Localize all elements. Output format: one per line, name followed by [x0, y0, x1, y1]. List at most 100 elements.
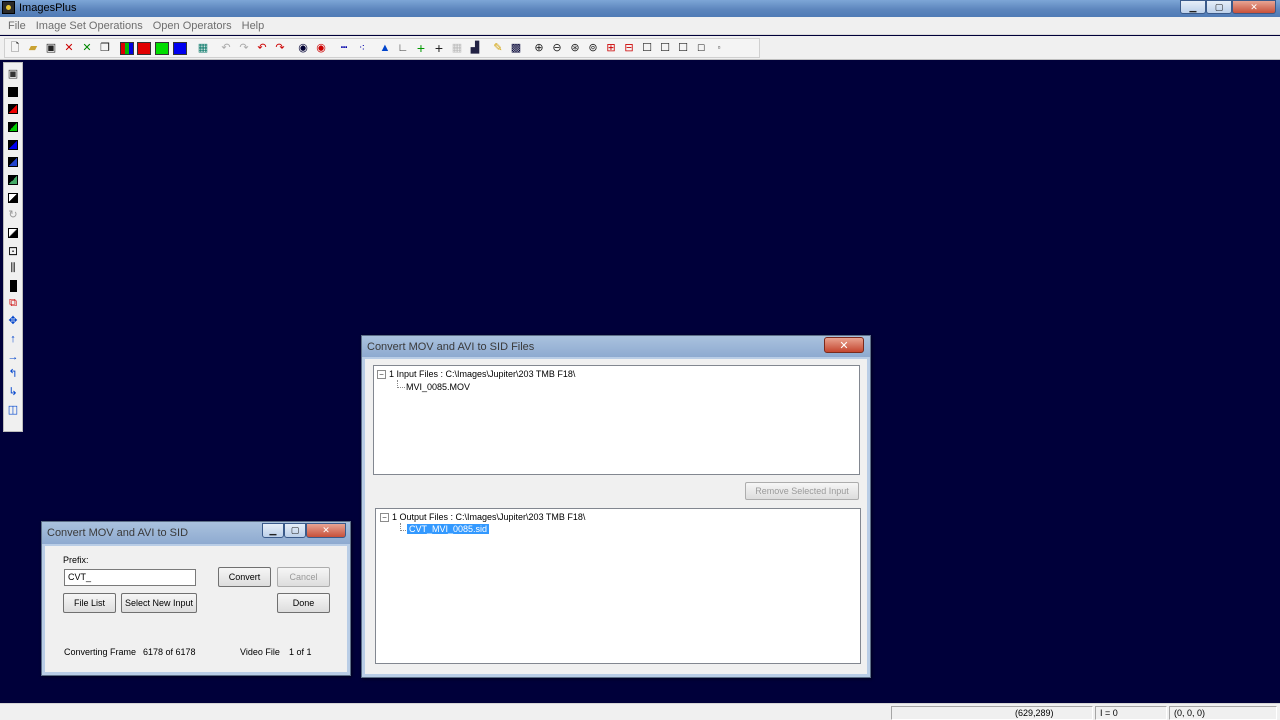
- table-icon[interactable]: ▩: [508, 40, 524, 56]
- close-all-icon[interactable]: ✕: [79, 40, 95, 56]
- redo-icon[interactable]: ↷: [272, 40, 288, 56]
- converting-frame-label: Converting Frame: [64, 647, 137, 657]
- dialog-maximize-button[interactable]: ▢: [284, 523, 306, 538]
- white-black-icon[interactable]: [6, 191, 20, 205]
- undo-icon[interactable]: ↶: [254, 40, 270, 56]
- files-dialog-close-button[interactable]: ✕: [824, 337, 864, 353]
- red-black-icon[interactable]: [6, 102, 20, 116]
- rotate-left-icon[interactable]: ↰: [6, 368, 20, 382]
- align-icon[interactable]: ⫼: [6, 262, 20, 276]
- remove-square-icon[interactable]: ⊟: [621, 40, 637, 56]
- collapse-icon[interactable]: −: [380, 512, 389, 522]
- status-rgb: (0, 0, 0): [1169, 706, 1277, 720]
- move-icon[interactable]: ✥: [6, 315, 20, 329]
- menu-image-set-operations[interactable]: Image Set Operations: [31, 20, 148, 32]
- axes-icon[interactable]: ∟: [395, 40, 411, 56]
- statusbar: (629,289) I = 0 (0, 0, 0): [0, 703, 1280, 720]
- close-image-icon[interactable]: ✕: [61, 40, 77, 56]
- crosshair-icon[interactable]: +: [431, 40, 447, 56]
- output-file-item[interactable]: CVT_MVI_0085.sid: [407, 524, 490, 534]
- copy-icon[interactable]: ❐: [97, 40, 113, 56]
- blue-dark-icon[interactable]: [6, 155, 20, 169]
- input-files-root-label: 1 Input Files : C:\Images\Jupiter\203 TM…: [389, 369, 576, 379]
- app-title: ImagesPlus: [19, 2, 77, 14]
- circle-select-icon[interactable]: ◉: [295, 40, 311, 56]
- open-folder-icon[interactable]: ▰: [25, 40, 41, 56]
- points-icon[interactable]: ⁖: [354, 40, 370, 56]
- save-icon[interactable]: ▣: [43, 40, 59, 56]
- grid-icon[interactable]: ▦: [195, 40, 211, 56]
- output-files-tree[interactable]: − 1 Output Files : C:\Images\Jupiter\203…: [375, 508, 861, 664]
- toolbar: 🗋 ▰ ▣ ✕ ✕ ❐ ▦ ↶ ↷ ↶ ↷ ◉ ◉ ┅ ⁖ ▲ ∟ + + ▦ …: [0, 36, 1280, 60]
- arrow-right-icon[interactable]: →: [6, 350, 20, 364]
- zoom-actual-icon[interactable]: ⊚: [585, 40, 601, 56]
- gray-dark-icon[interactable]: [6, 173, 20, 187]
- red-channel-button[interactable]: [136, 40, 152, 56]
- green-channel-button[interactable]: [154, 40, 170, 56]
- select-red-icon[interactable]: ⧉: [6, 297, 20, 311]
- output-file-label: CVT_MVI_0085.sid: [407, 524, 490, 534]
- output-files-root-label: 1 Output Files : C:\Images\Jupiter\203 T…: [392, 512, 586, 522]
- pencil-icon[interactable]: ✎: [490, 40, 506, 56]
- zoom-in-icon[interactable]: ⊕: [531, 40, 547, 56]
- close-button[interactable]: ✕: [1232, 0, 1276, 14]
- rotate-icon[interactable]: ↻: [6, 209, 20, 223]
- status-intensity: I = 0: [1095, 706, 1167, 720]
- undo-all-icon[interactable]: ↶: [218, 40, 234, 56]
- output-files-root[interactable]: − 1 Output Files : C:\Images\Jupiter\203…: [380, 512, 585, 522]
- grid-off-icon[interactable]: ▦: [449, 40, 465, 56]
- menu-open-operators[interactable]: Open Operators: [148, 20, 237, 32]
- center-dot-icon[interactable]: ⊡: [6, 244, 20, 258]
- circle-select-red-icon[interactable]: ◉: [313, 40, 329, 56]
- black-bar-icon[interactable]: [6, 279, 20, 293]
- square-tiny-icon[interactable]: ☐: [693, 40, 709, 56]
- remove-selected-input-button[interactable]: Remove Selected Input: [745, 482, 859, 500]
- convert-dialog: Convert MOV and AVI to SID ▁ ▢ ✕ Prefix:…: [41, 521, 351, 676]
- square-small-icon[interactable]: ☐: [675, 40, 691, 56]
- file-list-button[interactable]: File List: [63, 593, 116, 613]
- crosshair-green-icon[interactable]: +: [413, 40, 429, 56]
- rotate-down-icon[interactable]: ↳: [6, 385, 20, 399]
- maximize-button[interactable]: ▢: [1206, 0, 1232, 14]
- video-file-value: 1 of 1: [289, 647, 312, 657]
- dialog-minimize-button[interactable]: ▁: [262, 523, 284, 538]
- cancel-button[interactable]: Cancel: [277, 567, 330, 587]
- done-button[interactable]: Done: [277, 593, 330, 613]
- input-files-tree[interactable]: − 1 Input Files : C:\Images\Jupiter\203 …: [373, 365, 860, 475]
- window-controls: ▁ ▢ ✕: [1180, 0, 1276, 14]
- green-black-icon[interactable]: [6, 120, 20, 134]
- new-file-icon[interactable]: 🗋: [7, 40, 23, 56]
- zoom-fit-icon[interactable]: ⊛: [567, 40, 583, 56]
- input-file-item[interactable]: MVI_0085.MOV: [406, 382, 470, 392]
- minimize-button[interactable]: ▁: [1180, 0, 1206, 14]
- prefix-input[interactable]: CVT_: [64, 569, 196, 586]
- blue-black-icon[interactable]: [6, 138, 20, 152]
- square-large-icon[interactable]: ☐: [639, 40, 655, 56]
- collapse-icon[interactable]: −: [377, 369, 386, 379]
- book-icon[interactable]: ◫: [6, 403, 20, 417]
- black-square-icon[interactable]: [6, 85, 20, 99]
- dialog-close-button[interactable]: ✕: [306, 523, 346, 538]
- input-files-root[interactable]: − 1 Input Files : C:\Images\Jupiter\203 …: [377, 369, 575, 379]
- histogram-icon[interactable]: ▲: [377, 40, 393, 56]
- convert-dialog-body: Prefix: CVT_ Convert Cancel File List Se…: [45, 546, 347, 672]
- add-square-icon[interactable]: ⊞: [603, 40, 619, 56]
- redo-all-icon[interactable]: ↷: [236, 40, 252, 56]
- rgb-channels-icon[interactable]: [120, 41, 134, 55]
- dotted-line-icon[interactable]: ┅: [336, 40, 352, 56]
- square-medium-icon[interactable]: ☐: [657, 40, 673, 56]
- select-new-input-button[interactable]: Select New Input: [121, 593, 197, 613]
- video-file-label: Video File: [240, 647, 280, 657]
- zoom-out-icon[interactable]: ⊖: [549, 40, 565, 56]
- menu-file[interactable]: File: [3, 20, 31, 32]
- blue-channel-button[interactable]: [172, 40, 188, 56]
- square-dot-icon[interactable]: ▫: [711, 40, 727, 56]
- convert-button[interactable]: Convert: [218, 567, 271, 587]
- gradient-icon[interactable]: [6, 226, 20, 240]
- image-edit-icon[interactable]: ▟: [467, 40, 483, 56]
- tree-connector: [397, 380, 405, 388]
- arrow-up-icon[interactable]: ↑: [6, 332, 20, 346]
- menu-help[interactable]: Help: [237, 20, 270, 32]
- save-icon[interactable]: ▣: [6, 67, 20, 81]
- convert-dialog-titlebar: Convert MOV and AVI to SID ▁ ▢ ✕: [42, 522, 350, 544]
